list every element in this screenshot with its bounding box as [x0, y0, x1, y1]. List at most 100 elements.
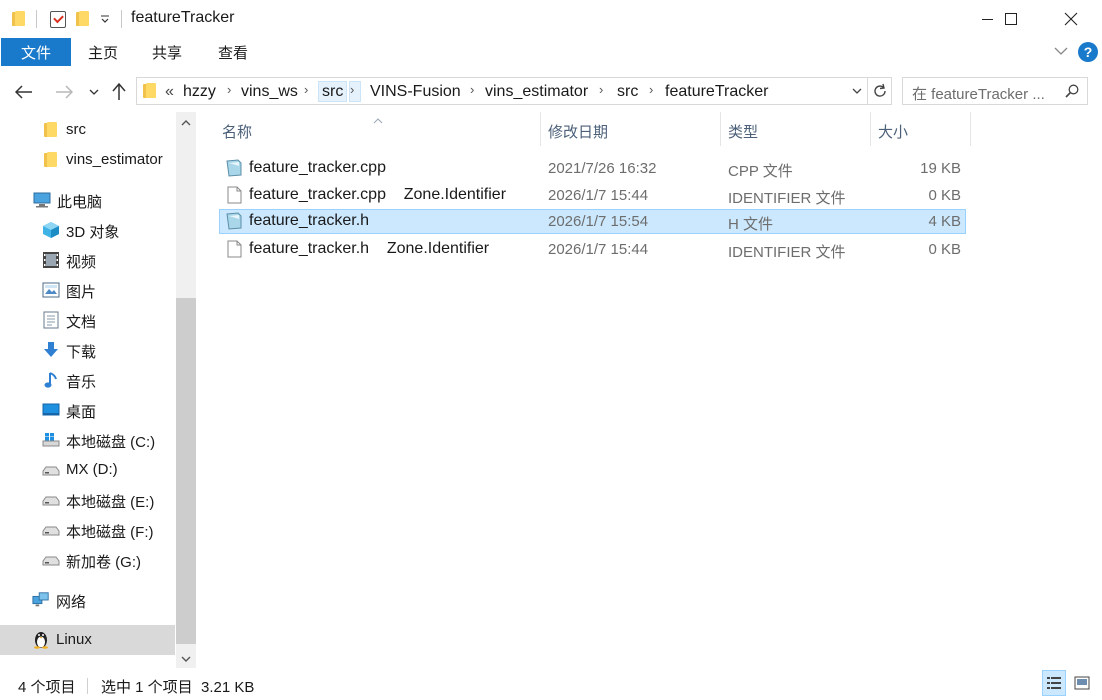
- divider: [121, 10, 122, 28]
- title-bar: featureTracker: [0, 0, 1102, 38]
- large-icons-view-button[interactable]: [1070, 670, 1094, 696]
- close-icon: [1064, 12, 1078, 26]
- column-header-size[interactable]: 大小: [878, 120, 908, 142]
- drive-icon: [42, 462, 60, 480]
- column-divider[interactable]: [540, 112, 541, 146]
- tab-share[interactable]: 共享: [152, 38, 182, 66]
- file-type: IDENTIFIER 文件: [728, 244, 846, 261]
- search-icon[interactable]: [1065, 84, 1079, 98]
- forward-arrow-icon: [56, 85, 73, 99]
- breadcrumb-separator-icon[interactable]: ›: [649, 82, 653, 97]
- pictures-icon: [42, 281, 60, 299]
- nav-item-videos[interactable]: 视频: [0, 245, 175, 275]
- breadcrumb-separator-icon[interactable]: ›: [349, 81, 361, 102]
- search-box[interactable]: 在 featureTracker ...: [902, 77, 1088, 105]
- breadcrumb-vins-fusion[interactable]: VINS-Fusion: [367, 81, 464, 102]
- file-type: H 文件: [728, 216, 774, 233]
- nav-item-this-pc[interactable]: 此电脑: [0, 185, 175, 215]
- source-file-icon: [226, 212, 242, 230]
- file-date: 2026/1/7 15:44: [548, 187, 649, 204]
- breadcrumb-separator-icon[interactable]: ›: [227, 82, 231, 97]
- breadcrumb-separator-icon[interactable]: ›: [470, 82, 474, 97]
- windows-drive-icon: [42, 431, 60, 449]
- nav-item-label: 本地磁盘 (C:): [66, 434, 156, 451]
- file-name: feature_tracker.h Zone.Identifier: [249, 240, 490, 257]
- file-size: 0 KB: [928, 241, 961, 258]
- file-row[interactable]: feature_tracker.cpp 2021/7/26 16:32 CPP …: [219, 156, 966, 181]
- drive-icon: [42, 522, 60, 540]
- tab-view[interactable]: 查看: [218, 38, 248, 66]
- properties-icon[interactable]: [48, 9, 68, 29]
- address-dropdown-icon[interactable]: [851, 84, 863, 96]
- file-type: CPP 文件: [728, 163, 793, 180]
- nav-item-label: 3D 对象: [66, 224, 120, 241]
- scroll-up-icon[interactable]: [176, 114, 196, 132]
- maximize-icon: [1005, 13, 1017, 25]
- nav-item-documents[interactable]: 文档: [0, 305, 175, 335]
- customize-toolbar-chevron-icon[interactable]: [97, 9, 113, 29]
- nav-item-music[interactable]: 音乐: [0, 365, 175, 395]
- large-icons-view-icon: [1074, 676, 1090, 690]
- breadcrumb-hzzy[interactable]: hzzy: [180, 81, 219, 102]
- breadcrumb-vins-ws[interactable]: vins_ws: [238, 81, 301, 102]
- scroll-down-icon[interactable]: [176, 650, 196, 668]
- recent-locations-button[interactable]: [86, 80, 102, 104]
- breadcrumb-featuretracker[interactable]: featureTracker: [662, 81, 771, 102]
- breadcrumb-vins-estimator[interactable]: vins_estimator: [482, 81, 591, 102]
- column-divider[interactable]: [870, 112, 871, 146]
- nav-item-drive-c[interactable]: 本地磁盘 (C:): [0, 425, 175, 455]
- music-icon: [42, 371, 60, 389]
- file-name: feature_tracker.cpp: [249, 159, 386, 176]
- breadcrumb-src-2[interactable]: src: [614, 81, 641, 102]
- nav-item-downloads[interactable]: 下载: [0, 335, 175, 365]
- close-button[interactable]: [1048, 0, 1094, 38]
- back-button[interactable]: [12, 80, 36, 104]
- details-view-button[interactable]: [1042, 670, 1066, 696]
- nav-item-linux[interactable]: Linux: [0, 625, 175, 655]
- network-icon: [32, 591, 50, 609]
- file-row[interactable]: feature_tracker.h 2026/1/7 15:54 H 文件 4 …: [219, 209, 966, 234]
- divider: [87, 678, 88, 694]
- nav-item-desktop[interactable]: 桌面: [0, 395, 175, 425]
- breadcrumb-separator-icon[interactable]: ›: [304, 82, 308, 97]
- downloads-icon: [42, 341, 60, 359]
- window-title: featureTracker: [131, 9, 235, 26]
- videos-icon: [42, 251, 60, 269]
- file-row[interactable]: feature_tracker.cpp Zone.Identifier 2026…: [219, 183, 966, 208]
- nav-item-pictures[interactable]: 图片: [0, 275, 175, 305]
- up-button[interactable]: [108, 80, 130, 104]
- new-folder-icon[interactable]: [74, 9, 92, 29]
- nav-item-drive-e[interactable]: 本地磁盘 (E:): [0, 485, 175, 515]
- nav-item-vins-estimator[interactable]: vins_estimator: [0, 145, 175, 175]
- nav-item-drive-f[interactable]: 本地磁盘 (F:): [0, 515, 175, 545]
- search-input[interactable]: 在 featureTracker ...: [912, 83, 1045, 104]
- chevron-down-icon: [89, 89, 99, 95]
- overflow-button[interactable]: «: [162, 81, 177, 102]
- column-divider[interactable]: [720, 112, 721, 146]
- column-header-date[interactable]: 修改日期: [548, 120, 608, 142]
- nav-item-label: vins_estimator: [66, 151, 163, 168]
- drive-icon: [42, 552, 60, 570]
- forward-button[interactable]: [52, 80, 76, 104]
- nav-item-drive-g[interactable]: 新加卷 (G:): [0, 545, 175, 575]
- breadcrumb-src[interactable]: src: [318, 81, 348, 102]
- file-size: 0 KB: [928, 187, 961, 204]
- nav-item-network[interactable]: 网络: [0, 585, 175, 615]
- nav-item-src[interactable]: src: [0, 115, 175, 145]
- help-icon[interactable]: ?: [1078, 42, 1098, 62]
- nav-item-label: MX (D:): [66, 461, 118, 478]
- column-header-name[interactable]: 名称: [222, 120, 252, 142]
- column-divider[interactable]: [970, 112, 971, 146]
- nav-item-drive-d[interactable]: MX (D:): [0, 455, 175, 485]
- refresh-button[interactable]: [868, 77, 892, 105]
- tab-home[interactable]: 主页: [88, 38, 118, 66]
- nav-scrollbar-thumb[interactable]: [176, 298, 196, 644]
- breadcrumb-separator-icon[interactable]: ›: [599, 82, 603, 97]
- column-header-type[interactable]: 类型: [728, 120, 758, 142]
- expand-ribbon-icon[interactable]: [1054, 44, 1068, 58]
- nav-item-3d-objects[interactable]: 3D 对象: [0, 215, 175, 245]
- tab-file[interactable]: 文件: [1, 38, 71, 66]
- address-bar[interactable]: « hzzy › vins_ws › src › VINS-Fusion › v…: [136, 77, 868, 105]
- file-row[interactable]: feature_tracker.h Zone.Identifier 2026/1…: [219, 237, 966, 262]
- maximize-button[interactable]: [988, 0, 1034, 38]
